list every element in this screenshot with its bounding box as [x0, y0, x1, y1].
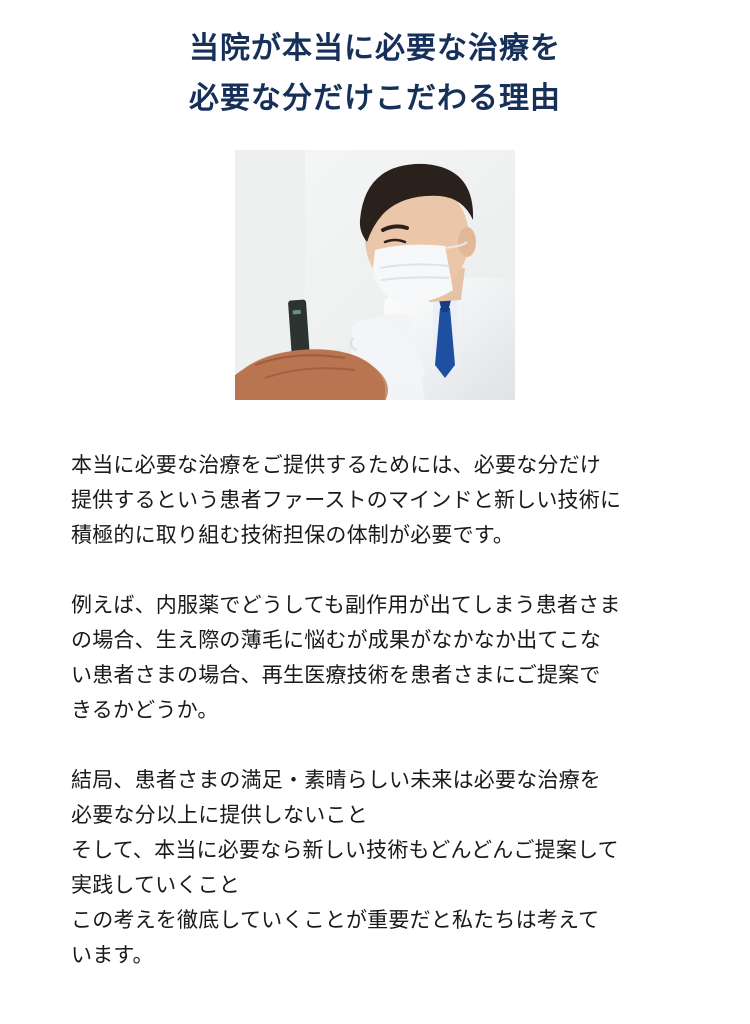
doctor-photo: [235, 150, 515, 400]
paragraph-line: 本当に必要な治療をご提供するためには、必要な分だけ: [71, 453, 601, 477]
paragraph-line: 必要な分以上に提供しないこと: [71, 803, 368, 827]
heading-line-1: 当院が本当に必要な治療を: [189, 31, 561, 66]
heading-line-2: 必要な分だけこだわる理由: [189, 81, 561, 116]
paragraph-line: 提供するという患者ファーストのマインドと新しい技術に: [71, 488, 622, 512]
paragraph-line: そして、本当に必要なら新しい技術もどんどんご提案して: [71, 838, 619, 862]
paragraph-line: きるかどうか。: [71, 698, 219, 722]
paragraph-3: 結局、患者さまの満足・素晴らしい未来は必要な治療を 必要な分以上に提供しないこと…: [71, 763, 691, 973]
paragraph-line: います。: [71, 943, 154, 967]
paragraph-2: 例えば、内服薬でどうしても副作用が出てしまう患者さま の場合、生え際の薄毛に悩む…: [71, 588, 691, 728]
paragraph-line: この考えを徹底していくことが重要だと私たちは考えて: [71, 908, 600, 932]
paragraph-line: 実践していくこと: [71, 873, 240, 897]
paragraph-line: の場合、生え際の薄毛に悩むが成果がなかなか出てこな: [71, 628, 601, 652]
paragraph-line: 積極的に取り組む技術担保の体制が必要です。: [71, 523, 515, 547]
paragraph-line: い患者さまの場合、再生医療技術を患者さまにご提案で: [71, 663, 601, 687]
body-text: 本当に必要な治療をご提供するためには、必要な分だけ 提供するという患者ファースト…: [71, 448, 691, 973]
paragraph-line: 結局、患者さまの満足・素晴らしい未来は必要な治療を: [71, 768, 601, 792]
paragraph-line: 例えば、内服薬でどうしても副作用が出てしまう患者さま: [71, 593, 621, 617]
section-heading: 当院が本当に必要な治療を 必要な分だけこだわる理由: [0, 24, 750, 124]
paragraph-1: 本当に必要な治療をご提供するためには、必要な分だけ 提供するという患者ファースト…: [71, 448, 691, 553]
